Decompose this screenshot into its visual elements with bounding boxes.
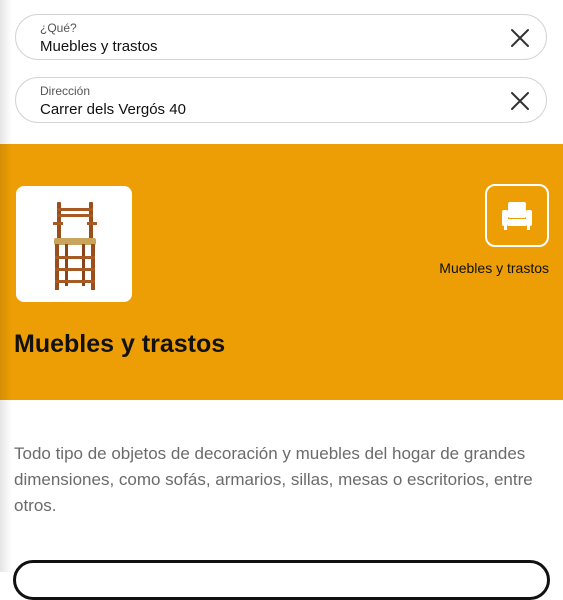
what-field-value[interactable]: Muebles y trastos bbox=[40, 38, 158, 55]
clear-what-button[interactable] bbox=[510, 28, 530, 48]
clear-address-button[interactable] bbox=[510, 91, 530, 111]
category-icon-button[interactable] bbox=[485, 184, 549, 247]
what-search-field[interactable]: ¿Qué? Muebles y trastos bbox=[15, 14, 547, 60]
close-icon bbox=[511, 29, 529, 47]
category-title: Muebles y trastos bbox=[14, 330, 226, 358]
category-header: Muebles y trastos Muebles y trastos bbox=[0, 144, 563, 400]
primary-action-button[interactable] bbox=[13, 560, 550, 600]
category-image bbox=[16, 186, 132, 302]
what-field-label: ¿Qué? bbox=[40, 21, 77, 35]
address-field-label: Dirección bbox=[40, 84, 91, 98]
armchair-icon bbox=[502, 201, 532, 230]
category-icon-caption: Muebles y trastos bbox=[439, 260, 549, 276]
category-description: Todo tipo de objetos de decoración y mue… bbox=[14, 444, 533, 515]
high-chair-image bbox=[53, 202, 97, 290]
address-field-value[interactable]: Carrer dels Vergós 40 bbox=[40, 101, 186, 118]
address-search-field[interactable]: Dirección Carrer dels Vergós 40 bbox=[15, 77, 547, 123]
close-icon bbox=[511, 92, 529, 110]
